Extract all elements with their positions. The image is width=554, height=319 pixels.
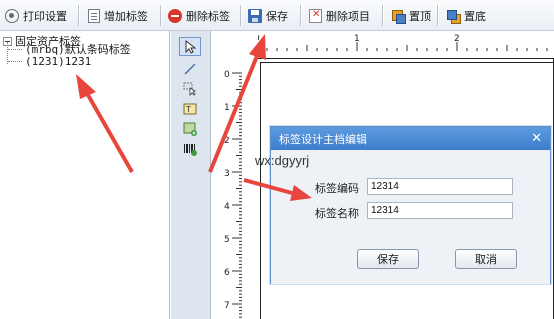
print-settings-button[interactable]: 打印设置 <box>2 4 70 27</box>
pointer-tool[interactable] <box>179 37 201 56</box>
delete-label-button[interactable]: 删除标签 <box>165 4 233 27</box>
close-icon[interactable]: ✕ <box>531 131 542 146</box>
dialog-title: 标签设计主档编辑 <box>279 132 367 146</box>
new-document-icon <box>88 8 100 23</box>
ruler-label: 6 <box>224 268 230 278</box>
ruler-label: 1 <box>224 103 230 113</box>
toolbar-separator <box>160 5 161 26</box>
image-icon <box>183 122 197 136</box>
svg-text:T: T <box>185 105 191 114</box>
toolbar-separator <box>300 5 301 26</box>
delete-item-icon <box>309 8 322 23</box>
text-tool[interactable]: T <box>179 99 201 118</box>
tree-item-1231[interactable]: (1231)1231 <box>8 55 91 68</box>
save-button[interactable]: 保存 <box>245 4 291 27</box>
bring-to-front-icon <box>391 9 406 24</box>
bring-to-top-button[interactable]: 置顶 <box>388 4 434 27</box>
settings-icon <box>5 8 19 23</box>
toolbar-separator <box>240 5 241 26</box>
add-label-button[interactable]: 增加标签 <box>85 4 151 27</box>
select-region-tool[interactable] <box>179 79 201 98</box>
send-to-back-icon <box>446 9 461 24</box>
barcode-tool[interactable] <box>179 139 201 158</box>
watermark-text: wx:dgyyrj <box>255 153 310 168</box>
dialog-title-bar[interactable]: 标签设计主档编辑 ✕ <box>271 127 550 150</box>
design-toolbox: T <box>171 31 211 319</box>
label-code-input[interactable]: 12314 <box>367 178 513 195</box>
ruler-label: 3 <box>224 169 230 179</box>
dialog-save-button[interactable]: 保存 <box>357 249 419 269</box>
ruler-label: 7 <box>224 301 230 311</box>
delete-item-label: 删除项目 <box>326 9 370 23</box>
delete-icon <box>168 8 182 23</box>
vertical-ruler: 0 1 2 3 4 5 6 7 <box>212 31 258 319</box>
add-label-label: 增加标签 <box>104 9 148 23</box>
label-tree: 固定资产标签 (mrbq)默认条码标签 (1231)1231 <box>0 31 170 319</box>
select-region-icon <box>183 82 196 96</box>
save-label: 保存 <box>266 9 288 23</box>
toolbar-separator <box>437 5 438 26</box>
tree-item-label: (1231)1231 <box>25 55 92 68</box>
label-code-label: 标签编码 <box>315 182 359 195</box>
send-to-bottom-label: 置底 <box>464 9 486 23</box>
ruler-label: 2 <box>454 34 460 44</box>
ruler-corner <box>212 31 258 51</box>
send-to-bottom-button[interactable]: 置底 <box>443 4 489 27</box>
text-icon: T <box>183 103 197 114</box>
cursor-icon <box>185 39 197 54</box>
ruler-label: 1 <box>354 34 360 44</box>
ruler-label: 4 <box>224 202 230 212</box>
line-tool[interactable] <box>179 59 201 78</box>
label-master-edit-dialog: 标签设计主档编辑 ✕ wx:dgyyrj 标签编码 12314 标签名称 123… <box>255 126 551 284</box>
dialog-cancel-button[interactable]: 取消 <box>455 249 517 269</box>
delete-item-button[interactable]: 删除项目 <box>306 4 373 27</box>
toolbar-separator <box>78 5 79 26</box>
horizontal-ruler: 012 <box>212 31 554 51</box>
image-tool[interactable] <box>179 119 201 138</box>
barcode-icon <box>184 143 197 156</box>
floppy-disk-icon <box>248 8 262 23</box>
toolbar-separator <box>382 5 383 26</box>
print-settings-label: 打印设置 <box>23 9 67 23</box>
line-icon <box>184 62 196 75</box>
tree-connector <box>8 48 22 50</box>
ruler-label: 0 <box>224 70 230 80</box>
toolbar: 打印设置 增加标签 删除标签 保存 删除项目 置顶 置底 <box>0 0 554 31</box>
delete-label-label: 删除标签 <box>186 9 230 23</box>
bring-to-top-label: 置顶 <box>409 9 431 23</box>
tree-connector <box>8 61 22 62</box>
dialog-body: wx:dgyyrj 标签编码 12314 标签名称 12314 保存 取消 <box>255 150 550 284</box>
ruler-label: 2 <box>224 136 230 146</box>
label-name-label: 标签名称 <box>315 207 359 220</box>
label-name-input[interactable]: 12314 <box>367 202 513 219</box>
ruler-label: 5 <box>224 235 230 245</box>
